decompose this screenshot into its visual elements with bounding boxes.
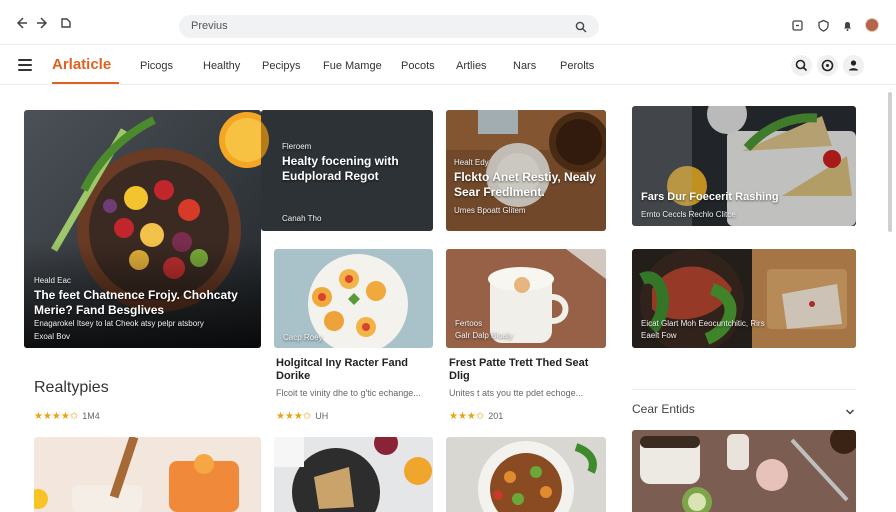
top-card-1-title[interactable]: Healty focening with Eudplorad Regot — [282, 154, 430, 184]
mid-card-2-kicker: Fertoos — [455, 319, 483, 328]
side-card-2[interactable]: Eicat Glart Moh Eeocuntchitic, Rirs Eael… — [632, 249, 856, 348]
top-card-2-meta: Umes Bpoatt Glitem — [454, 206, 526, 215]
search-icon[interactable] — [575, 20, 587, 38]
hero-desc: Enagarokel Itsey to lat Cheok atsy pelpr… — [34, 319, 204, 328]
nav-item[interactable]: Pecipys — [262, 60, 301, 72]
nav-item[interactable]: Pocots — [401, 60, 435, 72]
star-rating: ★★★✩ — [449, 411, 485, 422]
bottom-card-3-image — [446, 437, 606, 512]
top-card-2-kicker: Healt Edy — [454, 158, 489, 167]
bottom-card-2[interactable] — [274, 437, 433, 512]
top-card-1-kicker: Fleroem — [282, 142, 312, 151]
mid-card-1-title[interactable]: Holgitcal Iny Racter Fand Dorike — [276, 357, 436, 383]
menu-icon[interactable] — [18, 59, 32, 71]
chevron-down-icon[interactable] — [845, 404, 855, 422]
mid-card-1-rating: ★★★✩ UH — [276, 411, 328, 422]
scrollbar-thumb[interactable] — [888, 92, 892, 232]
side-card-1[interactable]: Fars Dur Foecerit Rashing Ernto Ceccls R… — [632, 106, 856, 226]
sidebar-divider — [632, 389, 856, 390]
shield-icon[interactable] — [817, 19, 831, 33]
star-rating: ★★★✩ — [276, 411, 312, 422]
forward-icon[interactable] — [36, 16, 50, 30]
mid-card-1-kicker: Cacp Roey — [283, 333, 323, 342]
bottom-card-3[interactable] — [446, 437, 606, 512]
back-icon[interactable] — [14, 16, 28, 30]
extension-icon[interactable] — [59, 16, 73, 30]
section-rating: ★★★★✩ 1M4 — [34, 411, 100, 422]
section-heading: Realtypies — [34, 379, 109, 396]
nav-item[interactable]: Nars — [513, 60, 536, 72]
top-card-2-title[interactable]: Flckto Anet Restiy, Nealy Sear Fredlment… — [454, 170, 604, 200]
nav-item[interactable]: Fue Mamge — [323, 60, 382, 72]
rating-count: UH — [315, 411, 329, 421]
side-card-3-image — [632, 430, 856, 512]
address-text: Previus — [191, 20, 228, 32]
side-card-1-image — [632, 106, 856, 226]
search-button[interactable] — [791, 55, 812, 76]
hero-title[interactable]: The feet Chatnence Frojy. Chohcaty Merie… — [34, 288, 249, 318]
star-rating: ★★★★✩ — [34, 411, 79, 422]
info-icon — [821, 59, 834, 72]
site-header: Arlaticle Picogs Healthy Pecipys Fue Mam… — [0, 44, 896, 85]
bell-icon[interactable] — [841, 19, 855, 33]
mid-card-2-desc: Unites t ats you tte pdet echoge... — [449, 388, 584, 398]
browser-toolbar: Previus — [0, 0, 896, 44]
top-card-2[interactable]: Healt Edy Flckto Anet Restiy, Nealy Sear… — [446, 110, 606, 231]
address-bar[interactable]: Previus — [179, 15, 599, 38]
bottom-card-1-image — [34, 437, 261, 512]
side-card-1-title[interactable]: Fars Dur Foecerit Rashing — [641, 190, 851, 205]
rating-count: 201 — [488, 411, 504, 421]
bottom-card-2-image — [274, 437, 433, 512]
site-logo[interactable]: Arlaticle — [52, 56, 111, 73]
nav-item[interactable]: Healthy — [203, 60, 240, 72]
page-scrollbar[interactable] — [887, 88, 893, 512]
logo-underline — [52, 82, 119, 84]
nav-item[interactable]: Picogs — [140, 60, 173, 72]
mid-card-2-rating: ★★★✩ 201 — [449, 411, 503, 422]
mid-card-1-desc: Flcoit te vinity dhe to g'tic echange... — [276, 388, 421, 398]
share-icon[interactable] — [791, 19, 805, 33]
hero-meta: Exoal Bov — [34, 332, 71, 341]
side-card-2-meta: Eaelt Fow — [641, 331, 677, 340]
search-icon — [795, 59, 808, 72]
user-icon — [849, 60, 858, 71]
top-card-1[interactable]: Fleroem Healty focening with Eudplorad R… — [261, 110, 433, 231]
side-card-2-desc: Eicat Glart Moh Eeocuntchitic, Rirs — [641, 319, 765, 328]
profile-avatar[interactable] — [865, 18, 879, 32]
sidebar-dropdown-label[interactable]: Cear Entids — [632, 402, 695, 416]
side-card-1-meta: Ernto Ceccls Rechlo Clitce — [641, 210, 736, 219]
top-card-1-meta: Canah Tho — [282, 214, 322, 223]
mid-card-2[interactable]: Fertoos Galr Dalp Bloaly — [446, 249, 606, 348]
mid-card-2-title[interactable]: Frest Patte Trett Thed Seat Dlig — [449, 357, 609, 383]
hero-kicker: Heald Eac — [34, 276, 71, 285]
mid-card-1[interactable]: Cacp Roey — [274, 249, 433, 348]
nav-item[interactable]: Perolts — [560, 60, 594, 72]
nav-item[interactable]: Artlies — [456, 60, 487, 72]
hero-card[interactable]: Heald Eac The feet Chatnence Frojy. Choh… — [24, 110, 261, 348]
user-button[interactable] — [843, 55, 864, 76]
rating-count: 1M4 — [82, 411, 100, 421]
info-button[interactable] — [817, 55, 838, 76]
mid-card-2-meta: Galr Dalp Bloaly — [455, 331, 513, 340]
side-card-3[interactable] — [632, 430, 856, 512]
bottom-card-1[interactable] — [34, 437, 261, 512]
